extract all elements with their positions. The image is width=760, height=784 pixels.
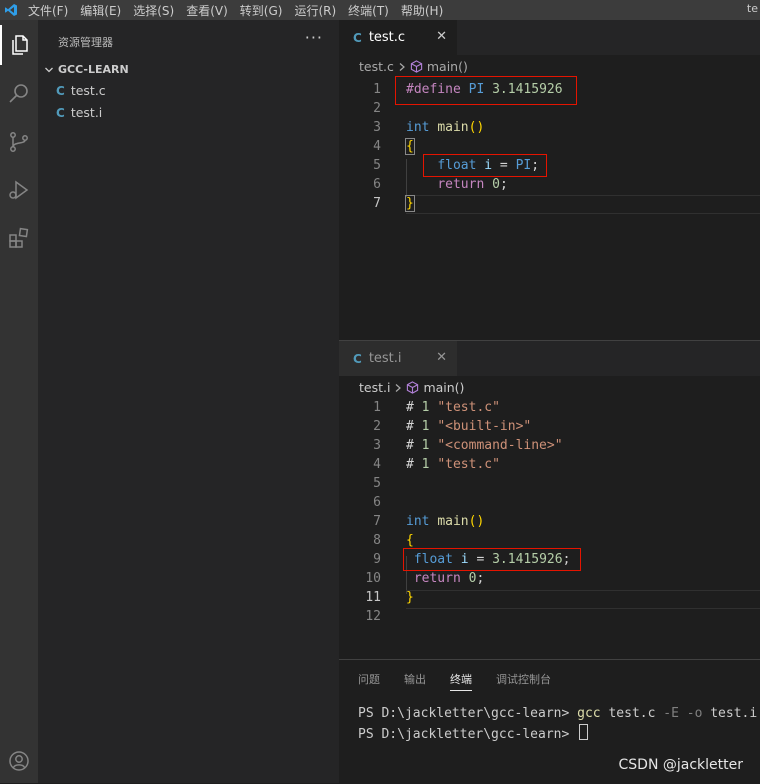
tab-output[interactable]: 输出 <box>404 671 426 687</box>
menu-selection[interactable]: 选择(S) <box>127 2 180 19</box>
chevron-right-icon <box>399 62 405 71</box>
line-number: 9 <box>373 552 381 567</box>
menu-view[interactable]: 查看(V) <box>180 2 234 19</box>
tab-bar: C test.c ✕ <box>339 20 760 55</box>
close-icon[interactable]: ✕ <box>436 29 447 44</box>
code-line[interactable]: 7 int main() <box>339 512 760 531</box>
tab-label: test.i <box>368 351 402 366</box>
explorer-sidebar: 资源管理器 ··· GCC-LEARN C test.c C test.i <box>38 20 339 783</box>
tab-label: test.c <box>368 30 406 45</box>
window-title: te <box>746 2 758 15</box>
tab-test-i[interactable]: C test.i ✕ <box>339 341 457 376</box>
explorer-title: 资源管理器 <box>58 36 113 49</box>
editor-pane-test-i: C test.i ✕ test.i main() 1 # 1 "test.c" … <box>339 340 760 659</box>
menu-terminal[interactable]: 终端(T) <box>342 2 395 19</box>
line-number: 2 <box>373 101 381 116</box>
line-number: 2 <box>373 419 381 434</box>
extensions-icon[interactable] <box>0 218 38 258</box>
tab-terminal[interactable]: 终端 <box>450 671 472 691</box>
activity-bar <box>0 20 38 783</box>
c-file-icon: C <box>353 30 362 45</box>
line-number: 5 <box>373 158 381 173</box>
file-label: test.i <box>70 105 103 120</box>
terminal-line[interactable]: PS D:\jackletter\gcc-learn> gcc test.c -… <box>358 706 757 721</box>
line-number: 1 <box>373 400 381 415</box>
line-number: 6 <box>373 177 381 192</box>
file-item-test-c[interactable]: C test.c <box>56 83 106 98</box>
vscode-logo-icon <box>0 0 22 20</box>
file-item-test-i[interactable]: C test.i <box>56 105 102 120</box>
menu-run[interactable]: 运行(R) <box>288 2 342 19</box>
code-line[interactable]: 7 } <box>339 194 760 213</box>
file-label: test.c <box>70 83 106 98</box>
breadcrumb: test.c main() <box>359 59 468 74</box>
tab-bar: C test.i ✕ <box>339 341 760 376</box>
tab-debug-console[interactable]: 调试控制台 <box>496 671 551 687</box>
code-line[interactable]: 4 # 1 "test.c" <box>339 455 760 474</box>
chevron-down-icon <box>45 67 53 72</box>
watermark: CSDN @jackletter <box>618 757 744 773</box>
c-file-icon: C <box>56 105 65 120</box>
line-number: 11 <box>365 590 381 605</box>
tab-test-c[interactable]: C test.c ✕ <box>339 20 457 55</box>
line-number: 6 <box>373 495 381 510</box>
code-line[interactable]: 3 int main() <box>339 118 760 137</box>
run-debug-icon[interactable] <box>0 170 38 210</box>
editor-pane-test-c: C test.c ✕ test.c main() 1 #define PI 3.… <box>339 20 760 339</box>
breadcrumb-symbol[interactable]: main() <box>427 59 468 74</box>
c-file-icon: C <box>353 351 362 366</box>
search-icon[interactable] <box>0 74 38 114</box>
symbol-method-icon <box>410 60 423 73</box>
breadcrumb-symbol[interactable]: main() <box>423 380 464 395</box>
line-number: 3 <box>373 120 381 135</box>
line-number: 8 <box>373 533 381 548</box>
source-control-icon[interactable] <box>0 122 38 162</box>
code-line[interactable]: 2 # 1 "<built-in>" <box>339 417 760 436</box>
menu-help[interactable]: 帮助(H) <box>395 2 449 19</box>
menu-file[interactable]: 文件(F) <box>22 2 74 19</box>
line-number: 7 <box>373 196 381 211</box>
line-number: 3 <box>373 438 381 453</box>
menu-bar: 文件(F) 编辑(E) 选择(S) 查看(V) 转到(G) 运行(R) 终端(T… <box>0 0 760 20</box>
symbol-method-icon <box>407 381 419 394</box>
breadcrumb-file[interactable]: test.c <box>359 59 394 74</box>
code-line[interactable]: 1 # 1 "test.c" <box>339 398 760 417</box>
folder-label: GCC-LEARN <box>58 63 129 76</box>
menu-edit[interactable]: 编辑(E) <box>74 2 127 19</box>
breadcrumb-file[interactable]: test.i <box>359 380 390 395</box>
close-icon[interactable]: ✕ <box>436 350 447 365</box>
code-line[interactable]: 10 return 0; <box>339 569 760 588</box>
chevron-right-icon <box>396 383 402 392</box>
line-number: 10 <box>365 571 381 586</box>
highlight-box <box>423 154 547 177</box>
code-line[interactable]: 12 <box>339 607 760 626</box>
line-number: 7 <box>373 514 381 529</box>
line-number: 4 <box>373 139 381 154</box>
tab-problems[interactable]: 问题 <box>358 671 380 687</box>
terminal-cursor <box>579 724 589 740</box>
folder-gcc-learn[interactable]: GCC-LEARN <box>44 63 129 76</box>
code-line[interactable]: 4 { <box>339 137 760 156</box>
highlight-box <box>395 76 577 105</box>
line-number: 5 <box>373 476 381 491</box>
terminal-prompt-line[interactable]: PS D:\jackletter\gcc-learn> <box>358 724 589 742</box>
more-actions-button[interactable]: ··· <box>305 28 323 47</box>
account-icon[interactable] <box>0 741 38 781</box>
code-line[interactable]: 11 } <box>339 588 760 607</box>
c-file-icon: C <box>56 83 65 98</box>
code-line[interactable]: 6 <box>339 493 760 512</box>
line-number: 12 <box>365 609 381 624</box>
code-line[interactable]: 6 return 0; <box>339 175 760 194</box>
code-line[interactable]: 3 # 1 "<command-line>" <box>339 436 760 455</box>
highlight-box <box>403 548 581 571</box>
line-number: 4 <box>373 457 381 472</box>
code-line[interactable]: 5 float i = PI; <box>339 156 760 175</box>
menu-go[interactable]: 转到(G) <box>234 2 289 19</box>
breadcrumb: test.i main() <box>359 380 464 395</box>
code-line[interactable]: 5 <box>339 474 760 493</box>
explorer-icon[interactable] <box>0 25 38 65</box>
line-number: 1 <box>373 82 381 97</box>
